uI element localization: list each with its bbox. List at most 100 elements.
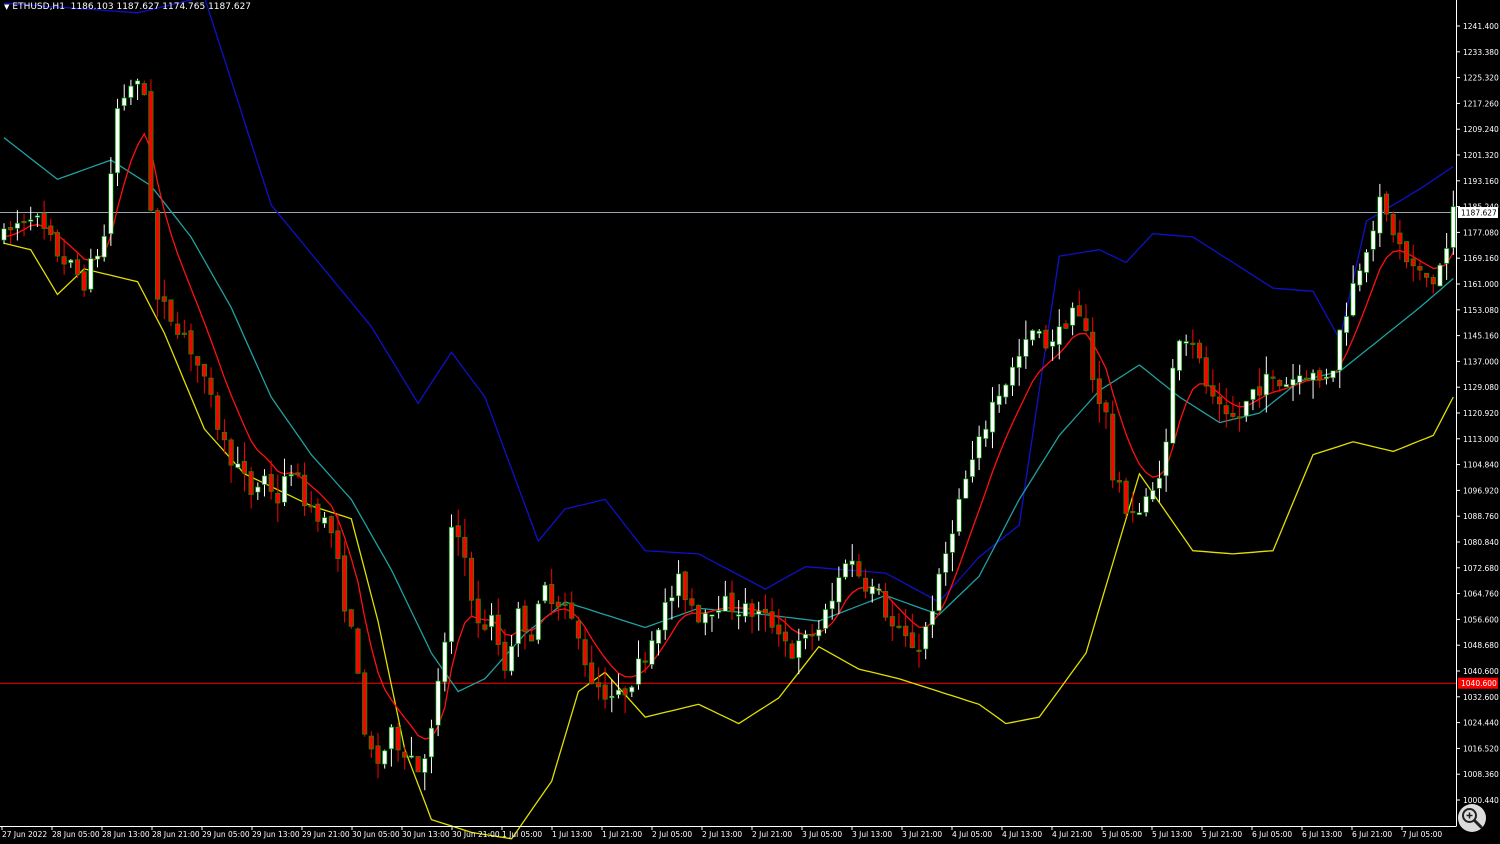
candle [1363, 249, 1370, 283]
candle [1323, 368, 1329, 385]
candle-body [1330, 370, 1336, 379]
candle-body [335, 530, 341, 560]
time-label: 5 Jul 13:00 [1152, 830, 1192, 839]
candle-body [1323, 376, 1329, 379]
time-label: 30 Jun 21:00 [452, 830, 500, 839]
candle-body [502, 641, 508, 671]
candle-body [1009, 366, 1016, 386]
candle [776, 608, 782, 647]
time-label: 1 Jul 05:00 [502, 830, 542, 839]
candle [549, 568, 555, 616]
candle-body [1250, 389, 1256, 400]
candle [228, 437, 234, 483]
price-label: 1177.080 [1463, 228, 1499, 237]
candle [849, 544, 855, 578]
price-label: 1032.600 [1463, 693, 1499, 702]
candle [1257, 368, 1263, 408]
candle-body [114, 108, 121, 174]
candle [135, 78, 141, 100]
candle-body [1350, 283, 1356, 316]
candle [1103, 399, 1109, 430]
candle-body [849, 560, 855, 565]
candle-body [1116, 479, 1122, 483]
candle [1096, 360, 1102, 423]
candle [455, 509, 461, 556]
candle [1377, 183, 1383, 248]
candle [402, 746, 408, 770]
candle-body [1257, 386, 1263, 396]
candle-body [1343, 316, 1350, 333]
candle-body [41, 212, 47, 229]
candle-body [1070, 307, 1076, 326]
candle-body [81, 271, 87, 291]
price-chart[interactable]: 1241.400 1233.380 1225.320 1217.260 1209.240… [0, 0, 1500, 844]
candle [195, 356, 201, 383]
candle-body [1410, 258, 1416, 267]
candle [1076, 290, 1082, 317]
candle-body [228, 439, 234, 466]
candle [562, 592, 568, 620]
candle-body [649, 640, 655, 665]
candle-body [749, 603, 755, 617]
price-label: 1072.680 [1463, 564, 1499, 573]
time-label: 29 Jun 13:00 [252, 830, 300, 839]
candle [909, 613, 915, 649]
candle-body [635, 658, 642, 685]
candle [1030, 329, 1036, 346]
candle-body [1217, 396, 1223, 405]
candle [983, 420, 989, 447]
candle [1130, 492, 1136, 523]
candle [408, 736, 414, 759]
candle-body [322, 517, 328, 524]
candle [676, 560, 682, 608]
indicator-lines [3, 0, 1454, 840]
magnifier-zoom-icon[interactable] [1458, 804, 1486, 832]
candle-body [1156, 477, 1162, 489]
candle [742, 587, 748, 623]
candle-body [669, 597, 675, 602]
candle [1170, 359, 1176, 444]
candle [929, 595, 935, 638]
candle [796, 628, 802, 675]
candle-body [1424, 272, 1430, 278]
candle-body [1357, 270, 1363, 286]
candle [241, 442, 247, 492]
candle-body [88, 258, 94, 290]
candle [1210, 369, 1216, 404]
candle [395, 723, 401, 762]
dropdown-triangle-icon[interactable]: ▼ [4, 3, 9, 11]
candle [1016, 338, 1022, 386]
candle-body [1263, 373, 1269, 396]
candle [1290, 363, 1296, 401]
candle [362, 669, 368, 737]
candle-body [1030, 330, 1036, 341]
candle [682, 570, 688, 614]
candle-body [1103, 402, 1109, 413]
price-label: 1120.920 [1463, 409, 1499, 418]
candle-body [1303, 377, 1309, 380]
candle [128, 79, 134, 105]
price-label: 1080.840 [1463, 538, 1499, 547]
candle-body [1203, 357, 1209, 387]
candle [1263, 356, 1269, 413]
candle-body [215, 395, 221, 430]
candle [1070, 302, 1076, 336]
candle-body [415, 756, 421, 773]
candle [816, 620, 822, 641]
time-axis: 27 Jun 2022 28 Jun 05:00 28 Jun 13:00 28 Ju… [1, 826, 1442, 839]
candle-body [1063, 323, 1069, 329]
candle [1043, 324, 1049, 351]
candle-body [1016, 355, 1022, 368]
candle [1243, 400, 1249, 422]
candle [1450, 190, 1456, 255]
candle [535, 600, 541, 644]
candle-body [68, 259, 74, 263]
candle [1203, 346, 1209, 394]
candle [1357, 263, 1363, 292]
candle-body [789, 643, 795, 659]
time-label: 4 Jul 13:00 [1002, 830, 1042, 839]
candle-body [255, 486, 261, 493]
candle-body [742, 603, 748, 617]
price-label: 1048.680 [1463, 641, 1499, 650]
candle [281, 458, 288, 507]
